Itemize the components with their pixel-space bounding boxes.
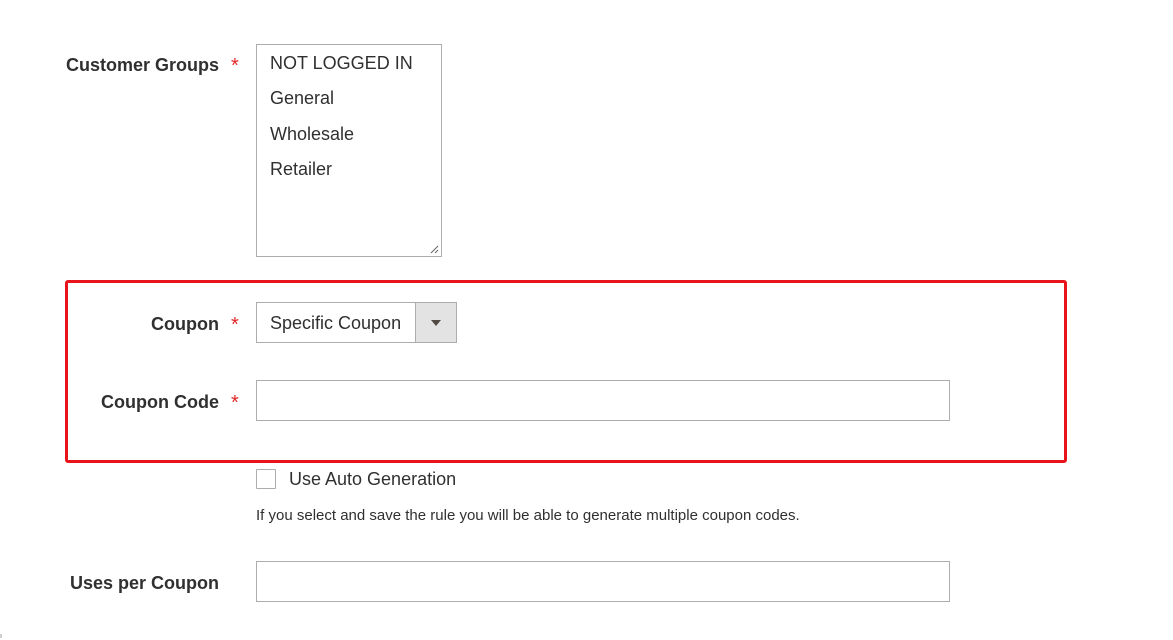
coupon-code-input[interactable] bbox=[256, 380, 950, 421]
coupon-code-required-mark: * bbox=[231, 392, 239, 414]
coupon-select-toggle-button[interactable] bbox=[415, 303, 456, 342]
uses-per-coupon-label: Uses per Coupon bbox=[69, 573, 219, 593]
customer-group-option-retailer[interactable]: Retailer bbox=[270, 158, 332, 180]
coupon-label: Coupon bbox=[151, 314, 219, 334]
customer-group-option-general[interactable]: General bbox=[270, 87, 334, 109]
customer-group-option-wholesale[interactable]: Wholesale bbox=[270, 123, 354, 145]
use-auto-generation-checkbox[interactable] bbox=[256, 469, 276, 489]
coupon-select[interactable]: Specific Coupon bbox=[256, 302, 457, 343]
highlight-annotation-box bbox=[65, 280, 1067, 463]
customer-groups-label: Customer Groups bbox=[65, 55, 219, 75]
coupon-select-value: Specific Coupon bbox=[270, 313, 402, 333]
uses-per-coupon-input[interactable] bbox=[256, 561, 950, 602]
coupon-required-mark: * bbox=[231, 314, 239, 336]
coupon-code-label: Coupon Code bbox=[101, 392, 219, 412]
cart-price-rule-form: Customer Groups * NOT LOGGED IN General … bbox=[0, 0, 1173, 640]
edge-divider bbox=[0, 634, 2, 638]
chevron-down-icon bbox=[431, 320, 441, 326]
resize-handle-icon[interactable] bbox=[429, 244, 439, 254]
use-auto-generation-label[interactable]: Use Auto Generation bbox=[289, 468, 456, 490]
customer-group-option-not-logged-in[interactable]: NOT LOGGED IN bbox=[270, 52, 413, 74]
customer-groups-multiselect[interactable]: NOT LOGGED IN General Wholesale Retailer bbox=[256, 44, 442, 257]
auto-generation-note: If you select and save the rule you will… bbox=[256, 507, 800, 524]
customer-groups-required-mark: * bbox=[231, 55, 239, 77]
